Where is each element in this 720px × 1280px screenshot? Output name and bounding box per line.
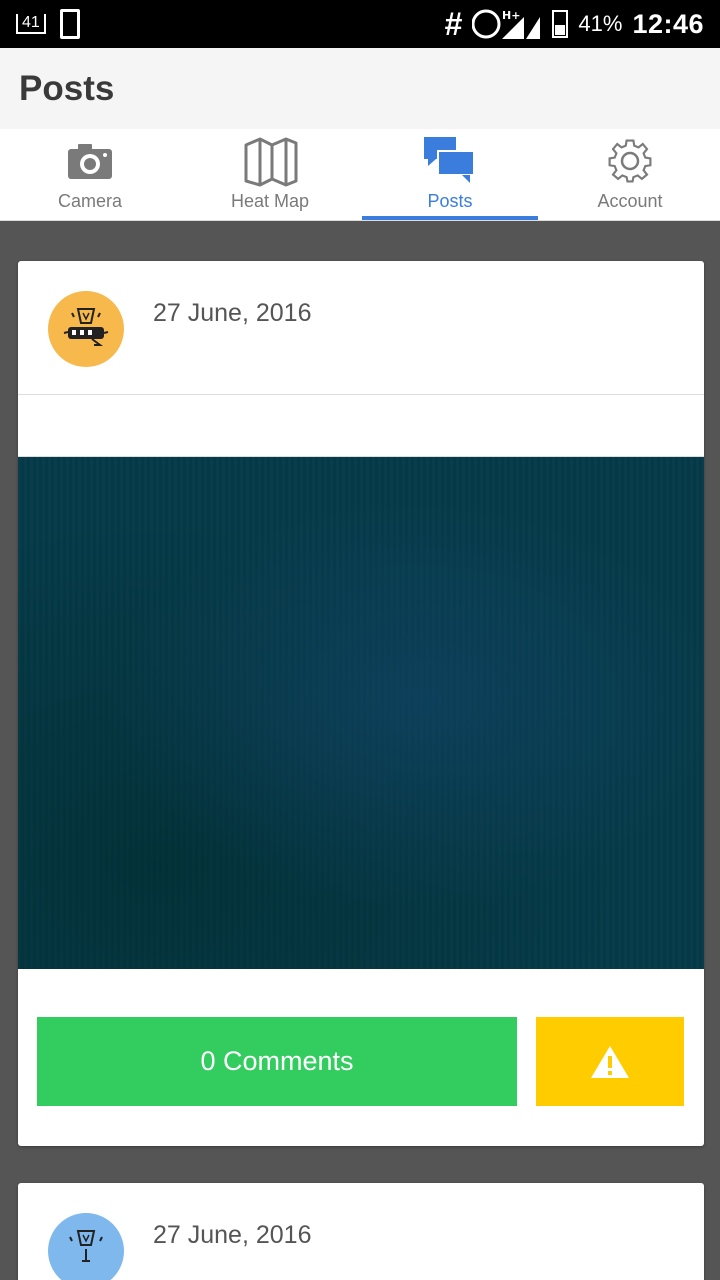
report-button[interactable] bbox=[536, 1017, 684, 1106]
post-image[interactable] bbox=[18, 457, 704, 969]
post-card: 27 June, 2016 0 Comments bbox=[18, 261, 704, 1146]
comments-button[interactable]: 0 Comments bbox=[37, 1017, 517, 1106]
gear-icon bbox=[608, 139, 652, 183]
battery-percent: 41% bbox=[578, 11, 623, 36]
post-card: 27 June, 2016 bbox=[18, 1183, 704, 1280]
page-title: Posts bbox=[19, 68, 115, 108]
post-caption bbox=[18, 395, 704, 457]
signal-icon: H+ bbox=[472, 9, 541, 39]
post-date: 27 June, 2016 bbox=[153, 299, 312, 327]
camera-icon bbox=[68, 144, 112, 179]
notification-count-icon: 41 bbox=[16, 14, 46, 34]
tab-account[interactable]: Account bbox=[540, 129, 720, 220]
tab-camera[interactable]: Camera bbox=[0, 129, 180, 220]
tab-label: Heat Map bbox=[230, 191, 310, 211]
map-icon bbox=[244, 137, 298, 187]
battery-icon bbox=[552, 10, 569, 38]
hash-icon: # bbox=[444, 6, 463, 42]
post-header: 27 June, 2016 bbox=[18, 261, 704, 395]
tab-posts[interactable]: Posts bbox=[360, 129, 540, 220]
clock: 12:46 bbox=[632, 8, 704, 39]
post-header: 27 June, 2016 bbox=[18, 1183, 704, 1280]
post-date: 27 June, 2016 bbox=[153, 1221, 312, 1249]
post-actions: 0 Comments bbox=[18, 969, 704, 1145]
tab-label: Account bbox=[597, 191, 663, 211]
app-bar: Posts bbox=[0, 48, 720, 129]
tab-label: Posts bbox=[427, 191, 473, 211]
warning-icon bbox=[591, 1045, 629, 1078]
svg-text:H+: H+ bbox=[502, 9, 520, 22]
tab-bar: Camera Heat Map Posts Account bbox=[0, 129, 720, 221]
tab-label: Camera bbox=[57, 191, 123, 211]
phone-icon bbox=[59, 9, 80, 39]
avatar[interactable] bbox=[48, 1213, 124, 1280]
avatar[interactable] bbox=[48, 291, 124, 367]
monster-avatar-icon bbox=[69, 1230, 103, 1262]
tab-heat-map[interactable]: Heat Map bbox=[180, 129, 360, 220]
monster-avatar-icon bbox=[63, 308, 109, 346]
chat-bubbles-icon bbox=[424, 137, 475, 183]
status-bar: 41 # H+ 41% 12:46 bbox=[0, 0, 720, 48]
